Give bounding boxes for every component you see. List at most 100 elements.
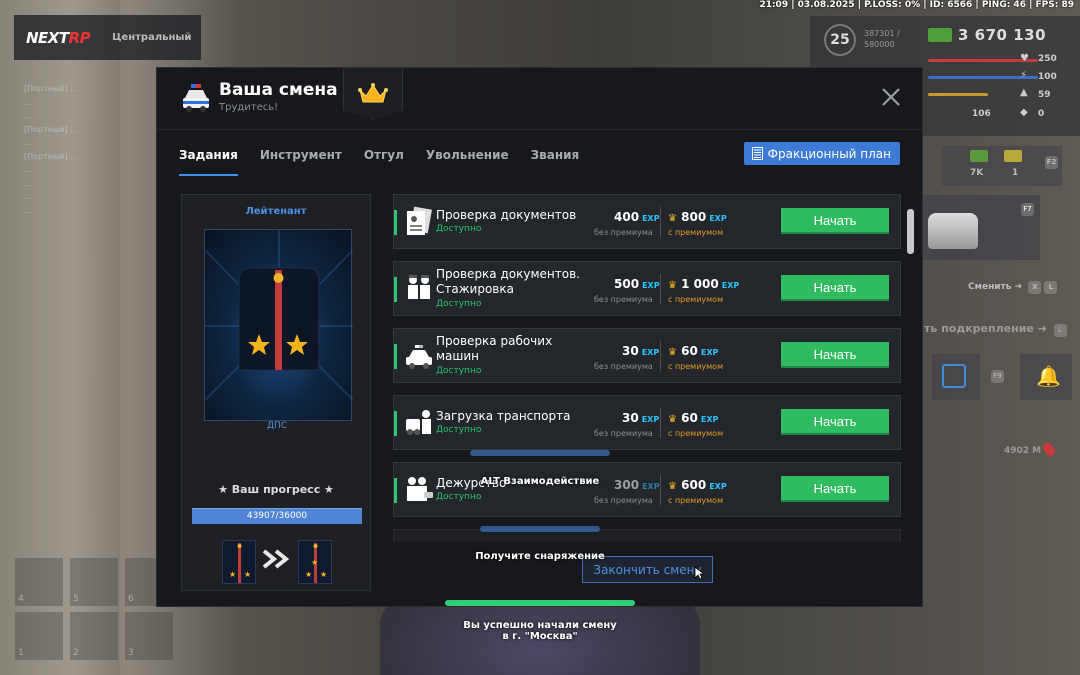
exp-divider: [660, 207, 661, 237]
key-f9: F9: [991, 370, 1004, 383]
faction-plan-label: Фракционный план: [767, 146, 891, 161]
level-exp: 387301 /580000: [864, 29, 900, 49]
task-accent: [394, 478, 397, 503]
crown-icon: ♛: [668, 347, 677, 358]
tab-dismissal[interactable]: Увольнение: [426, 148, 509, 176]
start-task-button[interactable]: Начать: [781, 409, 889, 435]
server-logo: NEXTRP: [26, 28, 91, 47]
no-premium-label: без премиума: [594, 295, 653, 304]
tow-transport-icon: [406, 410, 431, 435]
task-row: Проверка рабочих машин Доступно 30 EXP бе…: [393, 328, 901, 383]
tab-bar: Задания Инструмент Отгул Увольнение Зван…: [179, 148, 579, 176]
map-pin-icon: [1040, 440, 1058, 458]
trainee-officers-icon: [408, 275, 430, 299]
notice-glow: [445, 600, 635, 606]
faction-plan-button[interactable]: Фракционный план: [743, 142, 900, 165]
task-status: Доступно: [436, 224, 482, 234]
calendar-button[interactable]: [932, 354, 980, 400]
exp-divider: [660, 341, 661, 371]
chat-log: [Портный] ... ... ... [Портный] ... ... …: [24, 82, 164, 217]
task-exp: 30 EXP: [622, 344, 660, 358]
task-row: Проверка документов Доступно 400 EXP без …: [393, 194, 901, 249]
crown-icon: ♛: [668, 280, 677, 291]
document-check-icon: [407, 206, 432, 235]
crown-icon: [358, 82, 388, 102]
no-premium-label: без премиума: [594, 228, 653, 237]
chat-line: [Портный] ...: [24, 124, 78, 134]
svg-text:★: ★: [229, 570, 236, 579]
rank-card: [204, 229, 354, 421]
exp-divider: [660, 475, 661, 505]
task-list: Проверка документов Доступно 400 EXP без …: [393, 194, 901, 542]
task-exp-premium: ♛ 600 EXP: [668, 478, 727, 492]
start-task-button[interactable]: Начать: [781, 342, 889, 368]
crown-icon: ♛: [668, 414, 677, 425]
cash-gold-icon: [1004, 150, 1022, 162]
status-bar: 21:09 | 03.08.2025 | P.LOSS: 0% | ID: 65…: [759, 0, 1074, 10]
start-task-button[interactable]: Начать: [781, 275, 889, 301]
equipment-glow: [480, 526, 600, 532]
svg-text:★: ★: [305, 570, 312, 579]
police-car-icon: [406, 345, 432, 369]
task-row: Проверка документов. Стажировка Доступно…: [393, 261, 901, 316]
notifications-button[interactable]: 🔔: [1020, 354, 1072, 400]
inventory-slot[interactable]: 3: [125, 612, 173, 660]
progress-text: 43907/36000: [246, 511, 308, 521]
inventory-slot[interactable]: 2: [70, 612, 118, 660]
tab-tasks[interactable]: Задания: [179, 148, 238, 176]
svg-text:★: ★: [320, 570, 327, 579]
tab-tools[interactable]: Инструмент: [260, 148, 342, 176]
inventory-slot[interactable]: 4: [15, 558, 63, 606]
money-amount: 3 670 130: [958, 26, 1047, 44]
start-task-button[interactable]: Начать: [781, 208, 889, 234]
inventory-slot[interactable]: 1: [15, 612, 63, 660]
with-premium-label: с премиумом: [668, 228, 724, 237]
money-icon: [928, 28, 952, 42]
task-exp: 30 EXP: [622, 411, 660, 425]
task-accent: [394, 210, 397, 235]
task-list-scrollbar[interactable]: [907, 209, 914, 254]
tab-day-off[interactable]: Отгул: [364, 148, 404, 176]
shift-notice: Вы успешно начали смену в г. "Москва": [463, 620, 617, 642]
task-status: Доступно: [436, 492, 482, 502]
task-row: Дежурство Доступно 300 EXP без премиума ♛…: [393, 462, 901, 517]
tab-ranks[interactable]: Звания: [531, 148, 580, 176]
task-status: Доступно: [436, 425, 482, 435]
close-button[interactable]: [880, 86, 902, 108]
chat-line: ...: [24, 178, 32, 188]
task-exp-premium: ♛ 60 EXP: [668, 411, 719, 425]
task-exp: 400 EXP: [614, 210, 660, 224]
interact-glow: [470, 450, 610, 456]
next-rank-arrow-icon: [262, 549, 290, 569]
chat-line: [Портный] ...: [24, 151, 78, 161]
exp-divider: [660, 408, 661, 438]
police-car-icon: [183, 84, 209, 112]
task-exp-premium: ♛ 800 EXP: [668, 210, 727, 224]
crown-icon: ♛: [668, 481, 677, 492]
next-rank-icon: ★ ★ ★: [298, 540, 332, 584]
bell-icon: 🔔: [1036, 364, 1061, 388]
task-name: Загрузка транспорта: [436, 409, 571, 423]
inventory-slot[interactable]: 5: [70, 558, 118, 606]
task-status: Доступно: [436, 366, 482, 376]
task-accent: [394, 344, 397, 369]
chat-line: ...: [24, 165, 32, 174]
clipboard-icon: [751, 147, 763, 160]
rank-department: ДПС: [266, 421, 288, 431]
modal-title: Ваша смена: [219, 80, 338, 100]
epaulet-icon: [204, 230, 354, 401]
change-hint: Сменить ➜ XL: [968, 281, 1058, 294]
with-premium-label: с премиумом: [668, 362, 724, 371]
ammo-panel: 7K 1 F2: [942, 146, 1062, 186]
mouse-cursor-icon: [694, 566, 704, 580]
no-premium-label: без премиума: [594, 429, 653, 438]
stat-icon: ▲: [1020, 87, 1028, 98]
start-task-button[interactable]: Начать: [781, 476, 889, 502]
premium-badge: [343, 68, 403, 120]
task-exp: 300 EXP: [614, 478, 660, 492]
chat-line: ...: [24, 205, 32, 215]
armor-value: 100: [1038, 72, 1057, 82]
chat-line: [Портный] ...: [24, 84, 78, 93]
stat-b-value: 0: [1038, 109, 1045, 119]
stat-a-value: 106: [972, 109, 991, 119]
